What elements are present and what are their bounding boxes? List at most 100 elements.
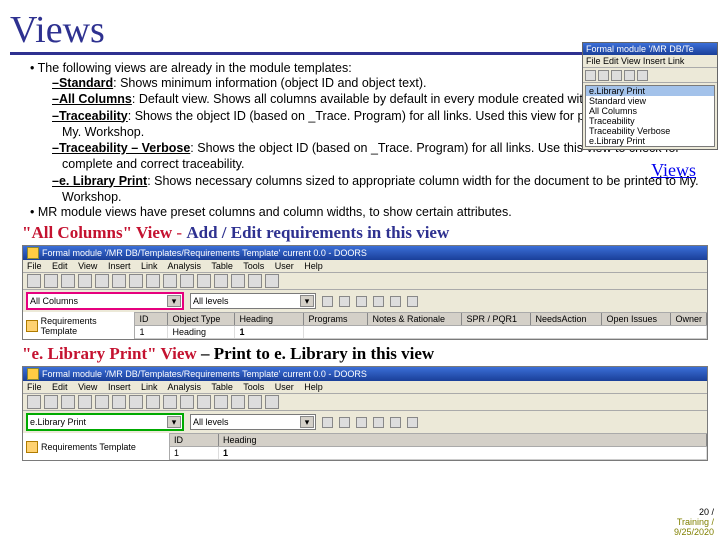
tool-icon[interactable] xyxy=(95,395,109,409)
views-hyperlink[interactable]: Views xyxy=(651,160,696,181)
menu-item[interactable]: Link xyxy=(141,261,158,271)
menu-item[interactable]: Tools xyxy=(243,261,264,271)
tool-icon[interactable] xyxy=(146,395,160,409)
toolbar[interactable] xyxy=(23,273,707,290)
list-item[interactable]: Traceability xyxy=(586,116,714,126)
tool-icon[interactable] xyxy=(322,296,333,307)
tool-icon[interactable] xyxy=(112,274,126,288)
menu-item[interactable]: Tools xyxy=(243,382,264,392)
tool-icon[interactable] xyxy=(44,395,58,409)
tool-icon[interactable] xyxy=(637,70,648,81)
tool-icon[interactable] xyxy=(231,274,245,288)
menu-item[interactable]: Analysis xyxy=(168,261,202,271)
menu-item[interactable]: File xyxy=(27,261,42,271)
tool-icon[interactable] xyxy=(27,395,41,409)
col-header[interactable]: Heading xyxy=(219,434,707,446)
tool-icon[interactable] xyxy=(27,274,41,288)
menu-item[interactable]: Insert xyxy=(108,261,131,271)
menu-item[interactable]: Table xyxy=(211,382,233,392)
table-row[interactable]: 1 1 xyxy=(170,447,707,460)
menu-bar[interactable]: File Edit View Insert Link Analysis Tabl… xyxy=(23,260,707,273)
tool-icon[interactable] xyxy=(373,417,384,428)
menu-item[interactable]: Table xyxy=(211,261,233,271)
tree-panel[interactable]: Requirements Template xyxy=(23,312,135,339)
tool-icon[interactable] xyxy=(407,417,418,428)
tool-icon[interactable] xyxy=(78,274,92,288)
list-item[interactable]: e.Library Print xyxy=(586,86,714,96)
col-header[interactable]: ID xyxy=(170,434,219,446)
chevron-down-icon[interactable]: ▾ xyxy=(300,416,314,428)
chevron-down-icon[interactable]: ▾ xyxy=(300,295,314,307)
menu-item[interactable]: Help xyxy=(304,261,323,271)
tool-icon[interactable] xyxy=(373,296,384,307)
menu-item[interactable]: User xyxy=(275,382,294,392)
list-item[interactable]: Standard view xyxy=(586,96,714,106)
tool-icon[interactable] xyxy=(112,395,126,409)
view-combo[interactable]: e.Library Print▾ xyxy=(26,413,184,431)
col-header[interactable]: Notes & Rationale xyxy=(368,313,462,325)
tool-icon[interactable] xyxy=(598,70,609,81)
menu-item[interactable]: Help xyxy=(304,382,323,392)
tool-icon[interactable] xyxy=(322,417,333,428)
tool-icon[interactable] xyxy=(44,274,58,288)
tool-icon[interactable] xyxy=(180,274,194,288)
tool-icon[interactable] xyxy=(339,417,350,428)
tool-icon[interactable] xyxy=(231,395,245,409)
tool-icon[interactable] xyxy=(129,395,143,409)
col-header[interactable]: SPR / PQR1 xyxy=(462,313,531,325)
column-headers[interactable]: ID Object Type Heading Programs Notes & … xyxy=(135,312,707,326)
tool-icon[interactable] xyxy=(95,274,109,288)
col-header[interactable]: NeedsAction xyxy=(531,313,602,325)
toolbar[interactable] xyxy=(23,394,707,411)
tool-icon[interactable] xyxy=(129,274,143,288)
tool-icon[interactable] xyxy=(61,274,75,288)
level-combo[interactable]: All levels▾ xyxy=(190,414,316,430)
menu-item[interactable]: View xyxy=(78,261,97,271)
tool-icon[interactable] xyxy=(214,395,228,409)
tool-icon[interactable] xyxy=(585,70,596,81)
tool-icon[interactable] xyxy=(390,296,401,307)
menu-item[interactable]: File xyxy=(27,382,42,392)
tool-icon[interactable] xyxy=(197,395,211,409)
column-headers[interactable]: ID Heading xyxy=(170,433,707,447)
chevron-down-icon[interactable]: ▾ xyxy=(167,416,181,428)
tool-icon[interactable] xyxy=(197,274,211,288)
view-dropdown-list[interactable]: e.Library Print Standard view All Column… xyxy=(585,85,715,147)
list-item[interactable]: Traceability Verbose xyxy=(586,126,714,136)
tool-icon[interactable] xyxy=(356,417,367,428)
level-combo[interactable]: All levels▾ xyxy=(190,293,316,309)
mini-menu-bar[interactable]: File Edit View Insert Link xyxy=(583,55,717,68)
tool-icon[interactable] xyxy=(624,70,635,81)
list-item[interactable]: All Columns xyxy=(586,106,714,116)
col-header[interactable]: Open Issues xyxy=(602,313,671,325)
menu-item[interactable]: Insert xyxy=(108,382,131,392)
tool-icon[interactable] xyxy=(248,274,262,288)
col-header[interactable]: Heading xyxy=(235,313,304,325)
tool-icon[interactable] xyxy=(146,274,160,288)
tool-icon[interactable] xyxy=(163,274,177,288)
tool-icon[interactable] xyxy=(248,395,262,409)
tool-icon[interactable] xyxy=(339,296,350,307)
tool-icon[interactable] xyxy=(180,395,194,409)
tool-icon[interactable] xyxy=(356,296,367,307)
list-item[interactable]: e.Library Print xyxy=(586,136,714,146)
menu-item[interactable]: User xyxy=(275,261,294,271)
col-header[interactable]: ID xyxy=(135,313,168,325)
menu-item[interactable]: Link xyxy=(141,382,158,392)
col-header[interactable]: Programs xyxy=(304,313,368,325)
menu-item[interactable]: Analysis xyxy=(168,382,202,392)
table-row[interactable]: 1 Heading 1 xyxy=(135,326,707,339)
tool-icon[interactable] xyxy=(390,417,401,428)
chevron-down-icon[interactable]: ▾ xyxy=(167,295,181,307)
menu-bar[interactable]: File Edit View Insert Link Analysis Tabl… xyxy=(23,381,707,394)
tool-icon[interactable] xyxy=(611,70,622,81)
tree-panel[interactable]: Requirements Template xyxy=(23,433,170,460)
tool-icon[interactable] xyxy=(407,296,418,307)
col-header[interactable]: Object Type xyxy=(168,313,235,325)
tool-icon[interactable] xyxy=(265,395,279,409)
tool-icon[interactable] xyxy=(61,395,75,409)
menu-item[interactable]: View xyxy=(78,382,97,392)
view-combo[interactable]: All Columns▾ xyxy=(26,292,184,310)
tool-icon[interactable] xyxy=(265,274,279,288)
menu-item[interactable]: Edit xyxy=(52,261,68,271)
